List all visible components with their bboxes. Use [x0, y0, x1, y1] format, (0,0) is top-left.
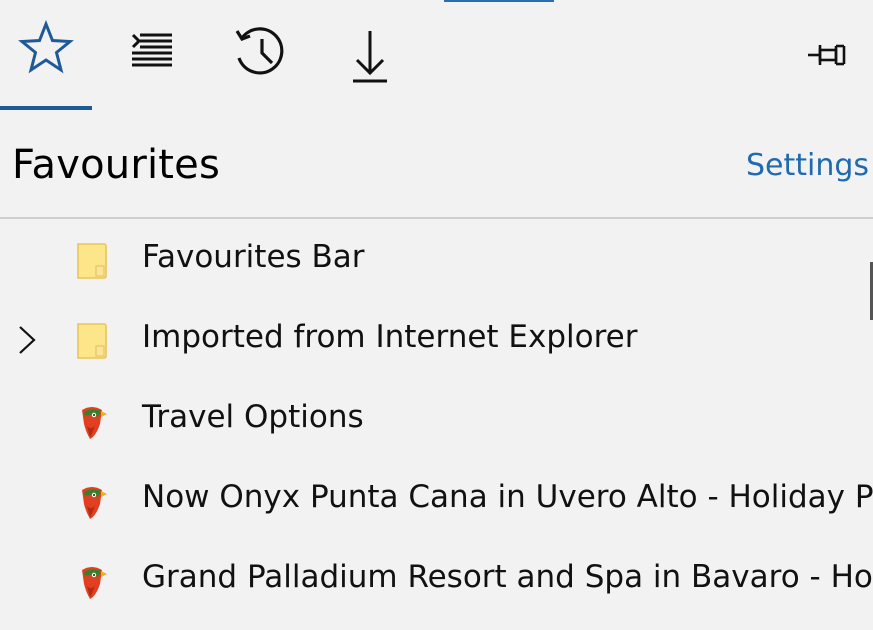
folder-icon: [77, 243, 107, 279]
page-title: Favourites: [12, 142, 221, 188]
settings-link[interactable]: Settings: [746, 148, 869, 183]
download-icon: [353, 31, 387, 83]
pin-panel-button[interactable]: [800, 30, 856, 80]
list-item-now-onyx-punta-cana[interactable]: Now Onyx Punta Cana in Uvero Alto - Holi…: [0, 460, 873, 540]
favourites-list: Favourites Bar Imported from Internet Ex…: [0, 220, 873, 620]
list-item-grand-palladium[interactable]: Grand Palladium Resort and Spa in Bavaro…: [0, 540, 873, 620]
tab-favourites[interactable]: [0, 20, 92, 100]
tab-reading-list[interactable]: [110, 20, 186, 100]
list-item-imported-from-ie[interactable]: Imported from Internet Explorer: [0, 300, 873, 380]
header-divider: [0, 217, 873, 219]
star-icon: [18, 20, 74, 74]
list-item-label: Travel Options: [142, 399, 364, 435]
selected-tab-indicator: [0, 106, 92, 110]
window-focus-indicator: [444, 0, 554, 2]
list-item-label: Favourites Bar: [142, 239, 365, 275]
chevron-right-icon[interactable]: [14, 324, 40, 356]
folder-icon: [77, 323, 107, 359]
parrot-favicon-icon: [82, 567, 107, 599]
favourites-hub-panel: Favourites Settings Favourites Bar Impor…: [0, 0, 873, 630]
list-item-label: Now Onyx Punta Cana in Uvero Alto - Holi…: [142, 479, 873, 515]
reading-list-icon: [131, 33, 172, 67]
tab-history[interactable]: [220, 20, 296, 100]
tab-downloads[interactable]: [330, 20, 400, 100]
parrot-favicon-icon: [82, 407, 107, 439]
list-item-label: Imported from Internet Explorer: [142, 319, 638, 355]
list-item-label: Grand Palladium Resort and Spa in Bavaro…: [142, 559, 873, 595]
history-icon: [235, 27, 284, 75]
parrot-favicon-icon: [82, 487, 107, 519]
list-item-travel-options[interactable]: Travel Options: [0, 380, 873, 460]
list-item-favourites-bar[interactable]: Favourites Bar: [0, 220, 873, 300]
pin-icon: [808, 44, 846, 66]
